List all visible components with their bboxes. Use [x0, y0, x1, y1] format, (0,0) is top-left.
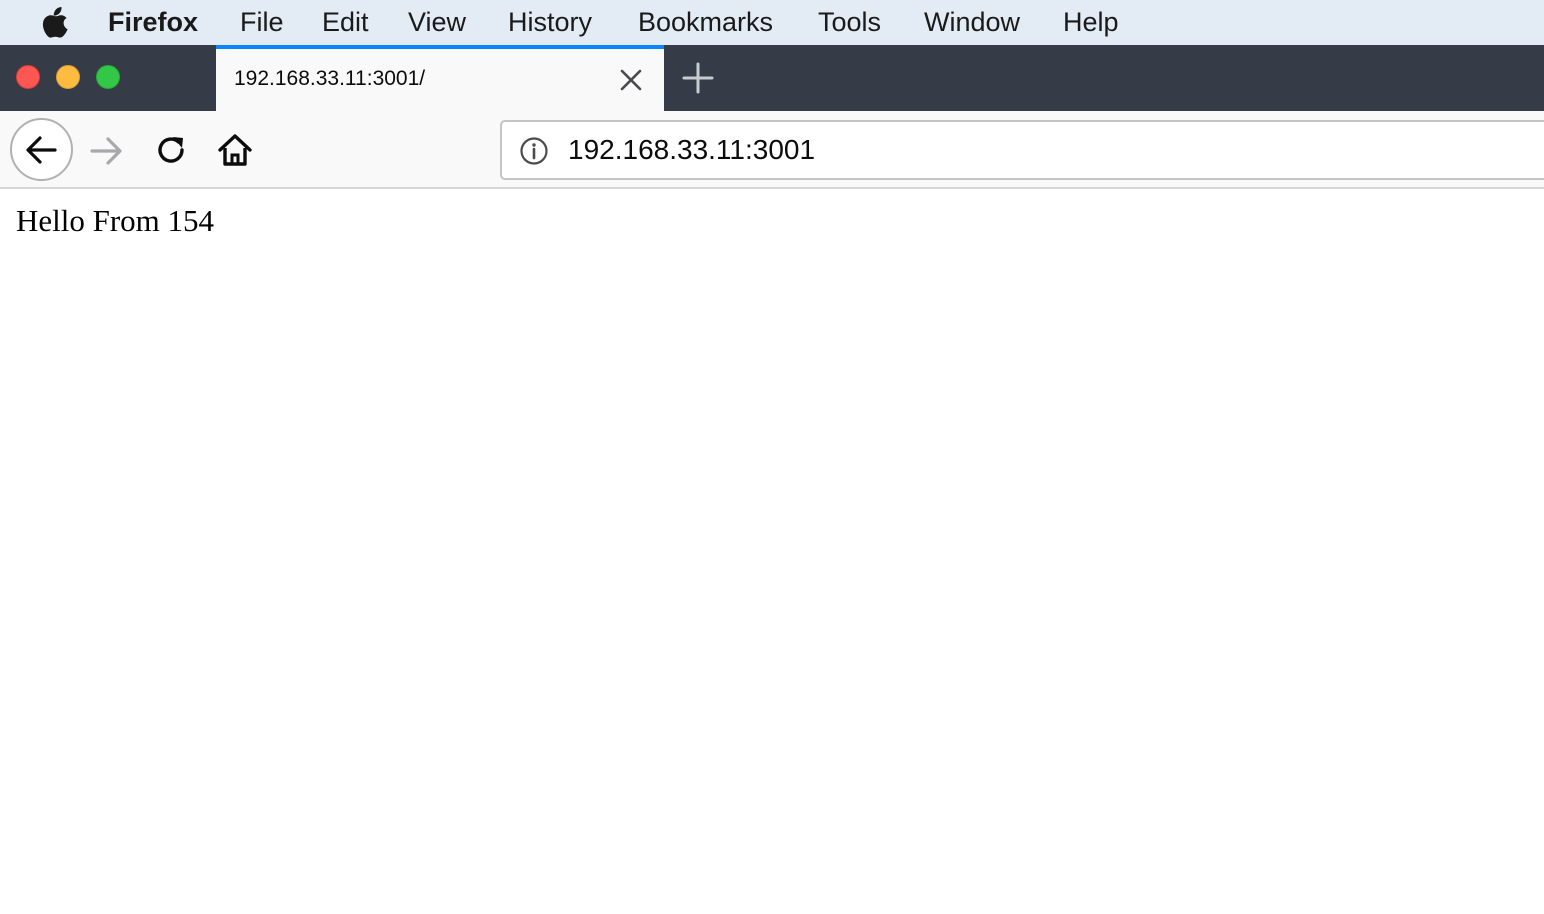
- page-content: Hello From 154: [0, 191, 1544, 914]
- window-close-button[interactable]: [16, 65, 40, 89]
- menu-window[interactable]: Window: [924, 6, 1020, 38]
- menu-tools[interactable]: Tools: [818, 6, 881, 38]
- menu-edit[interactable]: Edit: [322, 6, 369, 38]
- menu-help[interactable]: Help: [1063, 6, 1119, 38]
- back-button[interactable]: [10, 118, 73, 181]
- tab-title: 192.168.33.11:3001/: [234, 67, 426, 90]
- home-button[interactable]: [214, 129, 256, 171]
- page-body-text: Hello From 154: [16, 203, 215, 238]
- url-bar[interactable]: 192.168.33.11:3001: [500, 120, 1544, 180]
- back-arrow-icon: [26, 136, 57, 164]
- reload-icon: [158, 137, 184, 163]
- window-maximize-button[interactable]: [96, 65, 120, 89]
- menu-view[interactable]: View: [408, 6, 466, 38]
- menu-app-firefox[interactable]: Firefox: [108, 6, 198, 38]
- info-icon[interactable]: [519, 136, 549, 166]
- window-minimize-button[interactable]: [56, 65, 80, 89]
- menu-file[interactable]: File: [240, 6, 284, 38]
- home-icon: [218, 134, 252, 166]
- menu-history[interactable]: History: [508, 6, 592, 38]
- apple-icon[interactable]: [40, 5, 72, 39]
- forward-button[interactable]: [86, 131, 126, 171]
- menu-bar: Firefox File Edit View History Bookmarks…: [0, 0, 1544, 45]
- menu-bookmarks[interactable]: Bookmarks: [638, 6, 773, 38]
- reload-button[interactable]: [150, 129, 192, 171]
- url-text[interactable]: 192.168.33.11:3001: [568, 134, 815, 166]
- plus-icon[interactable]: [680, 60, 716, 96]
- forward-arrow-icon: [90, 137, 122, 165]
- close-icon[interactable]: [616, 65, 646, 95]
- tab-active[interactable]: 192.168.33.11:3001/: [216, 45, 664, 111]
